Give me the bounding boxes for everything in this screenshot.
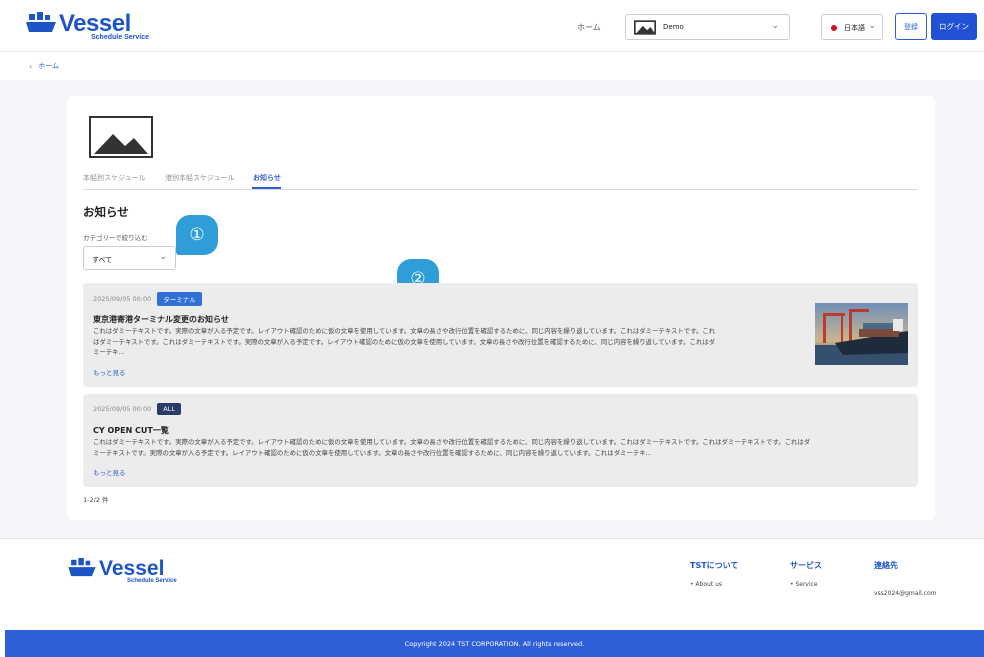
image-placeholder-icon [634,20,656,35]
chevron-left-icon[interactable]: ‹ [29,62,32,71]
footer-service-heading: サービス [790,561,822,570]
notice-body: これはダミーテキストです。実際の文章が入る予定です。レイアウト確認のために仮の文… [93,437,908,458]
footer-service-link-label: Service [795,581,818,588]
company-select[interactable]: Demo ⌄ [625,14,790,40]
copyright-bar: Copyright 2024 TST CORPORATION. All righ… [5,630,984,657]
read-more-link[interactable]: もっと見る [93,367,126,377]
category-filter-label: カテゴリーで絞り込む [83,234,148,242]
notice-body: これはダミーテキストです。実際の文章が入る予定です。レイアウト確認のために仮の文… [93,326,803,358]
notice-item[interactable]: 2025/09/05 00:00 ALL CY OPEN CUT一覧 これはダミ… [83,394,918,487]
register-button[interactable]: 登録 [895,13,927,40]
tab-vessel-schedule[interactable]: 本船別スケジュール [83,173,146,183]
tab-notices[interactable]: お知らせ [253,173,281,183]
category-filter-select[interactable]: すべて ⌄ [83,246,176,270]
language-select[interactable]: 日本語 ⌄ [821,14,883,40]
notice-body-line: はダミーテキストです。これはダミーテキストです。実際の文章が入る予定です。レイア… [93,337,716,346]
notice-date: 2025/09/05 00:00 [93,405,152,413]
company-select-value: Demo [663,23,684,31]
tab-bar: 本船別スケジュール 港別本船スケジュール お知らせ [83,168,918,190]
footer-logo-title: Vessel [99,557,165,580]
site-logo[interactable]: Vessel Schedule Service [26,12,149,41]
footer-about-link[interactable]: • About us [690,581,722,588]
notice-body-line: これはダミーテキストです。実際の文章が入る予定です。レイアウト確認のために仮の文… [93,327,716,335]
logo-title: Vessel [59,10,131,37]
site-header: Vessel Schedule Service ホーム Demo ⌄ 日本語 ⌄… [0,0,984,52]
notice-date: 2025/09/05 00:00 [93,295,152,303]
login-button[interactable]: ログイン [931,13,977,40]
notice-item[interactable]: 2025/09/05 00:00 ターミナル 東京港寄港ターミナル変更のお知らせ… [83,283,918,387]
japan-flag-icon [831,25,837,31]
chevron-down-icon: ⌄ [868,21,876,31]
footer-about-heading: TSTについて [690,561,739,570]
notice-meta: 2025/09/05 00:00 ターミナル [93,292,202,306]
notice-title[interactable]: CY OPEN CUT一覧 [93,425,169,436]
chevron-down-icon: ⌄ [159,252,167,262]
breadcrumb: ‹ ホーム [29,61,59,71]
footer-service-link[interactable]: • Service [790,581,818,588]
notice-category-badge: ALL [157,403,181,415]
footer-logo[interactable]: Vessel Schedule Service [68,558,177,584]
footer-contact-heading: 連絡先 [874,561,898,570]
category-filter-value: すべて [92,256,113,264]
result-count: 1-2/2 件 [83,496,109,504]
site-footer [0,538,984,630]
read-more-link[interactable]: もっと見る [93,467,126,477]
breadcrumb-home-link[interactable]: ホーム [38,61,59,71]
ship-logo-icon [26,12,56,32]
notice-body-line: ミーテキ... [93,348,125,356]
notice-body-line: これはダミーテキストです。実際の文章が入る予定です。レイアウト確認のために仮の文… [93,438,811,446]
page-title: お知らせ [83,205,129,219]
active-tab-indicator [252,187,281,189]
tab-port-schedule[interactable]: 港別本船スケジュール [165,173,235,183]
footer-about-link-label: About us [695,581,723,588]
footer-logo-subtitle: Schedule Service [127,578,177,584]
callout-badge-1: ① [176,215,218,255]
container-ship-port-photo [815,303,908,365]
logo-subtitle: Schedule Service [91,34,149,41]
footer-contact-email[interactable]: vss2024@gmail.com [874,590,936,597]
chevron-down-icon: ⌄ [771,21,779,31]
notice-body-line: ミーテキストです。実際の文章が入る予定です。レイアウト確認のために仮の文章を使用… [93,448,652,457]
nav-home-link[interactable]: ホーム [577,22,601,33]
ship-logo-icon [68,558,96,577]
notice-meta: 2025/09/05 00:00 ALL [93,403,181,415]
copyright-text: Copyright 2024 TST CORPORATION. All righ… [404,639,585,648]
notice-title[interactable]: 東京港寄港ターミナル変更のお知らせ [93,314,229,325]
language-select-value: 日本語 [844,24,865,32]
notice-category-badge: ターミナル [157,292,202,306]
hero-image-placeholder-icon [89,116,153,158]
